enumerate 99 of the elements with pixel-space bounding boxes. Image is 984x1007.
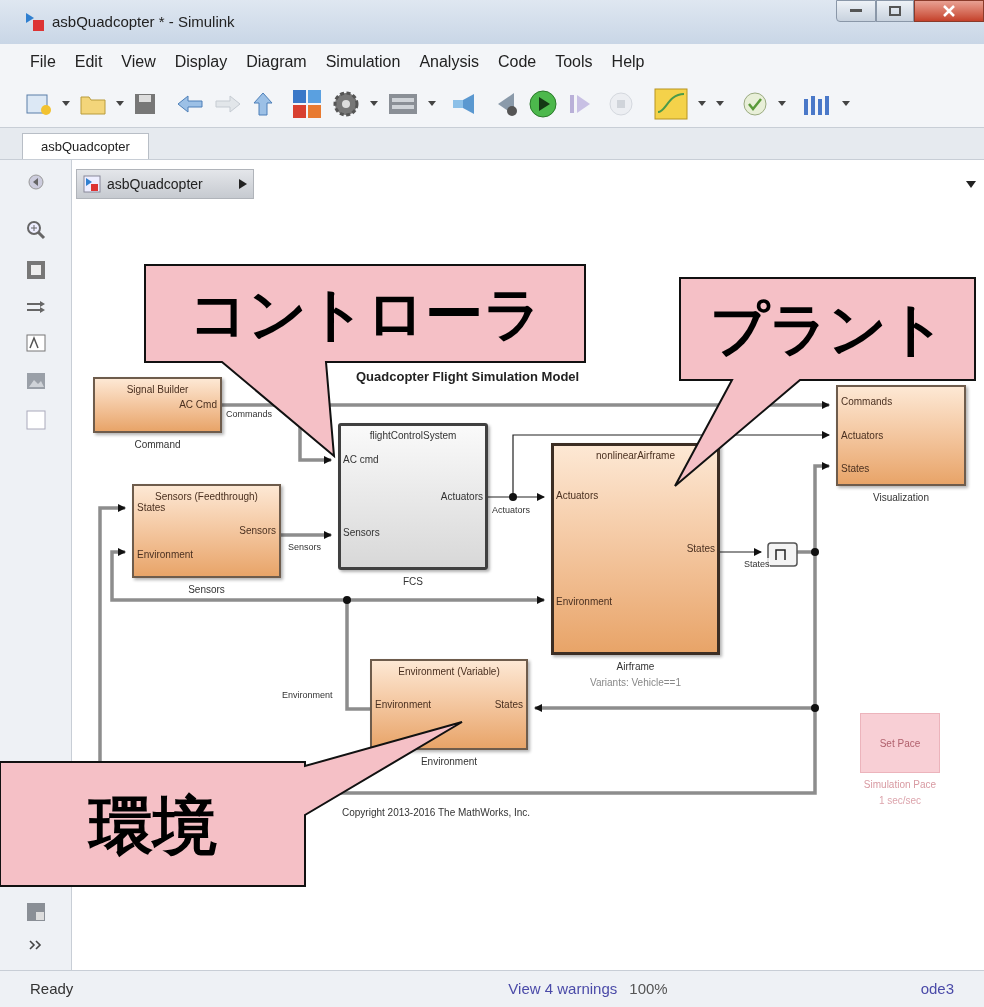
block-sublabel: Variants: Vehicle==1 [590, 676, 681, 690]
diagram-title: Quadcopter Flight Simulation Model [356, 368, 580, 386]
caret-icon[interactable] [428, 100, 436, 107]
caret-icon[interactable] [778, 100, 786, 107]
maximize-icon [889, 6, 901, 16]
caret-icon[interactable] [370, 100, 378, 107]
callout-text: プラント [709, 300, 946, 358]
model-icon [24, 11, 46, 33]
caret-icon[interactable] [698, 100, 706, 107]
block[interactable] [836, 385, 966, 486]
tab[interactable]: asbQuadcopter [22, 133, 149, 159]
breadcrumb[interactable]: asbQuadcopter [76, 169, 254, 199]
hide-browser-icon[interactable] [27, 174, 44, 190]
port-label: States [841, 463, 870, 476]
breadcrumb-label: asbQuadcopter [107, 174, 203, 194]
block[interactable] [132, 484, 281, 578]
port-label: Sensors [239, 525, 276, 537]
arrows-icon[interactable] [25, 300, 46, 314]
run-icon[interactable] [528, 88, 558, 119]
port-label: States [494, 698, 523, 711]
block-title: Sensors (Feedthrough) [155, 490, 258, 503]
block-label: Visualization [873, 491, 929, 505]
window-title: asbQuadcopter * - Simulink [52, 11, 235, 32]
block-label: Command [134, 438, 181, 452]
caret-icon[interactable] [62, 100, 70, 107]
caret-icon[interactable] [842, 100, 850, 107]
menu-item[interactable]: Tools [555, 50, 593, 74]
expand-icon[interactable] [28, 940, 43, 950]
dropdown-icon[interactable] [966, 180, 976, 188]
port-label: Actuators [556, 490, 599, 502]
zoom-icon[interactable] [25, 220, 46, 240]
save-icon[interactable] [134, 92, 156, 115]
port-label: Actuators [440, 490, 483, 503]
menu-item[interactable]: Analysis [419, 50, 479, 74]
menu-item[interactable]: View [121, 50, 156, 74]
block-label: Airframe [616, 660, 655, 674]
block-title: nonlinearAirframe [596, 449, 675, 463]
text-annotation-icon[interactable] [25, 334, 46, 352]
menu-item[interactable]: Help [611, 50, 645, 74]
port-label: AC cmd [343, 453, 379, 466]
port-label: Environment [137, 548, 194, 561]
arrow-icon [238, 179, 247, 189]
maximize-button[interactable] [876, 0, 914, 22]
port-label: Commands [841, 395, 893, 408]
fit-view-icon[interactable] [25, 260, 46, 280]
menu-item[interactable]: Code [497, 50, 537, 74]
model-browser-icon[interactable] [25, 902, 46, 922]
junction-dot [343, 596, 351, 604]
callout-text: コントローラ [188, 284, 542, 343]
status-text: Ready [30, 978, 74, 999]
block[interactable] [93, 377, 222, 433]
menu-item[interactable]: Edit [74, 50, 103, 74]
block-label: Sensors [188, 583, 225, 597]
block-title: Signal Builder [126, 383, 189, 397]
back-arrow-icon[interactable] [176, 92, 204, 115]
close-icon [943, 5, 955, 17]
block-label: FCS [403, 575, 423, 589]
block-title: Set Pace [879, 737, 921, 751]
caret-icon[interactable] [716, 100, 724, 107]
rate-transition-block [767, 542, 798, 567]
scope-icon[interactable] [654, 87, 688, 120]
block-title: Environment (Variable) [398, 665, 500, 679]
warnings-link[interactable]: View 4 warnings [508, 977, 618, 1001]
port-label: AC Cmd [179, 399, 217, 411]
block[interactable] [338, 423, 488, 570]
junction-dot [811, 548, 819, 556]
port-label: States [137, 501, 166, 514]
solver-name: ode3 [920, 978, 954, 999]
check-icon[interactable] [742, 90, 768, 117]
menu-item[interactable]: Simulation [325, 50, 401, 74]
junction-dot [509, 493, 517, 501]
close-button[interactable] [914, 0, 984, 22]
block[interactable] [551, 443, 720, 655]
port-label: Environment [556, 596, 613, 608]
port-label: States [686, 543, 715, 555]
up-arrow-icon[interactable] [252, 90, 274, 117]
junction-dot [811, 704, 819, 712]
block-label: Environment [420, 755, 478, 769]
panel-icon[interactable] [388, 92, 418, 115]
caret-icon[interactable] [116, 100, 124, 107]
menu-item[interactable]: File [30, 50, 56, 74]
menu-item[interactable]: Display [174, 50, 228, 74]
model-icon [83, 175, 101, 193]
library-icon[interactable] [292, 88, 322, 119]
port-label: Environment [375, 698, 432, 711]
copyright-text: Copyright 2013-2016 The MathWorks, Inc. [342, 806, 531, 820]
gear-icon[interactable] [332, 89, 360, 118]
callout-text: 環境 [88, 794, 217, 858]
block-label: Simulation Pace [863, 778, 937, 792]
zoom-level: 100% [629, 978, 668, 999]
block[interactable] [370, 659, 528, 750]
minimize-icon [850, 9, 862, 13]
block-title: flightControlSystem [369, 429, 457, 443]
menu-item[interactable]: Diagram [246, 50, 307, 74]
port-label: Sensors [343, 527, 380, 540]
port-label: Actuators [841, 429, 884, 442]
block-sublabel: 1 sec/sec [878, 794, 922, 808]
minimize-button[interactable] [836, 0, 876, 22]
step-icon [775, 547, 789, 561]
